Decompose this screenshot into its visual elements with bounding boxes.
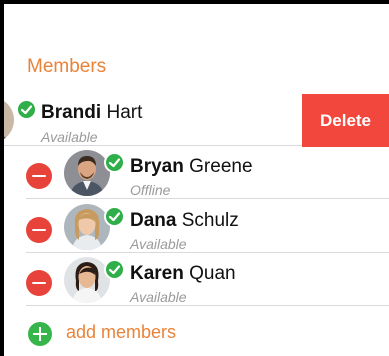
member-last-name: Quan: [189, 263, 236, 284]
remove-circle-icon[interactable]: [26, 270, 52, 296]
add-circle-icon[interactable]: [28, 322, 52, 346]
member-row-dana[interactable]: Dana Schulz Available: [4, 201, 389, 253]
check-icon: [104, 152, 125, 173]
member-first-name: Bryan: [130, 156, 184, 177]
members-screen: Members Brandi Hart Available Delete Bry…: [4, 4, 389, 356]
divider: [26, 198, 389, 199]
avatar: [4, 97, 14, 143]
member-row-karen[interactable]: Karen Quan Available: [4, 254, 389, 306]
member-status: Available: [41, 129, 98, 145]
divider: [26, 252, 389, 253]
member-last-name: Schulz: [181, 210, 239, 231]
member-first-name: Dana: [130, 210, 177, 231]
member-name: Brandi Hart: [41, 102, 142, 124]
divider: [26, 305, 389, 306]
member-name: Dana Schulz: [130, 210, 239, 232]
check-icon: [16, 99, 37, 120]
member-name: Karen Quan: [130, 263, 236, 285]
remove-circle-icon[interactable]: [26, 217, 52, 243]
member-last-name: Hart: [106, 102, 143, 123]
avatar: [64, 204, 110, 250]
member-row-bryan[interactable]: Bryan Greene Offline: [4, 147, 389, 199]
add-members-row[interactable]: add members: [4, 317, 389, 349]
add-members-label[interactable]: add members: [66, 322, 176, 343]
member-status: Available: [130, 236, 187, 252]
member-status: Available: [130, 289, 187, 305]
check-icon: [104, 259, 125, 280]
delete-button[interactable]: Delete: [302, 94, 389, 147]
member-name: Bryan Greene: [130, 156, 253, 178]
check-icon: [104, 206, 125, 227]
members-section-title: Members: [27, 56, 107, 77]
remove-circle-icon[interactable]: [26, 163, 52, 189]
avatar: [64, 257, 110, 303]
member-last-name: Greene: [189, 156, 253, 177]
member-first-name: Brandi: [41, 102, 102, 123]
member-first-name: Karen: [130, 263, 184, 284]
avatar: [64, 150, 110, 196]
member-status: Offline: [130, 182, 171, 198]
